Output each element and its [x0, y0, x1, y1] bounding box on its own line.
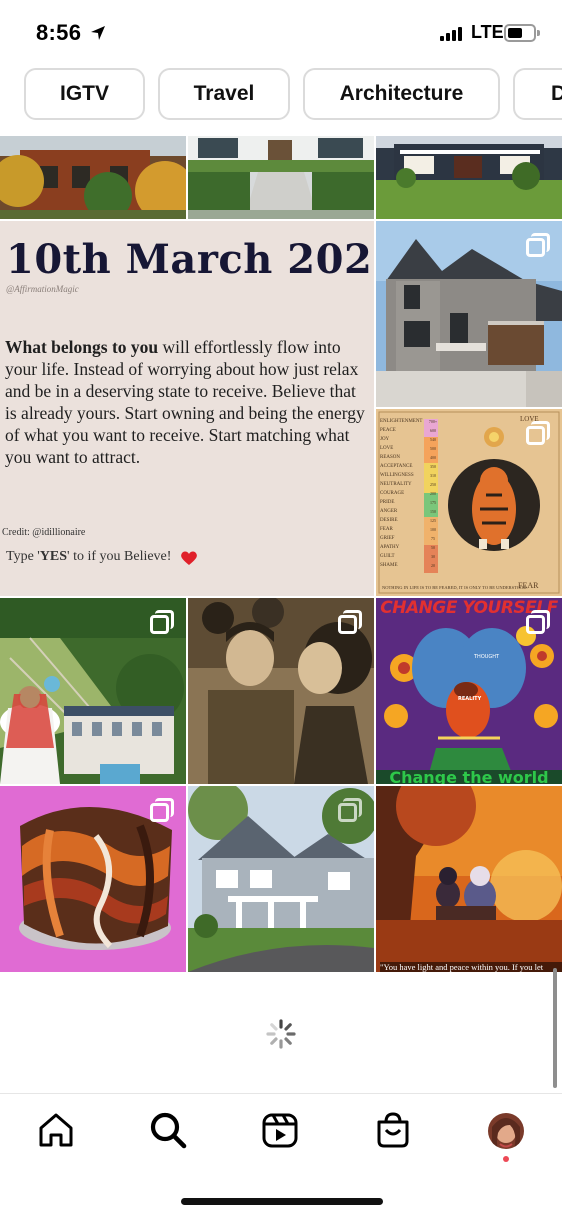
chart-level-label: SHAME — [380, 563, 398, 568]
chip-architecture[interactable]: Architecture — [303, 68, 500, 120]
chart-level-label: PEACE — [380, 428, 396, 433]
chart-level-label: FEAR — [380, 527, 393, 532]
search-icon[interactable] — [148, 1110, 188, 1150]
chart-level-value: 540 — [430, 437, 436, 442]
chart-level-value: 200 — [430, 491, 436, 496]
grid-post-colonial-home[interactable] — [376, 136, 562, 219]
chart-level-value: 500 — [430, 446, 436, 451]
reels-icon[interactable] — [260, 1110, 300, 1150]
multiple-posts-icon — [338, 798, 362, 822]
signal-icon — [440, 27, 464, 41]
chart-caption: NOTHING IN LIFE IS TO BE FEARED, IT IS O… — [382, 585, 528, 590]
chart-level-value: 250 — [430, 482, 436, 487]
chip-igtv[interactable]: IGTV — [24, 68, 145, 120]
chart-level-label: LOVE — [380, 446, 394, 451]
chart-level-label: REASON — [380, 455, 401, 460]
quote-body: What belongs to you will effortlessly fl… — [5, 336, 365, 468]
grid-post-vintage-couple[interactable] — [188, 598, 374, 784]
multiple-posts-icon — [150, 610, 174, 634]
grid-post-palace-aerial[interactable] — [0, 598, 186, 784]
chart-level-value: 125 — [430, 518, 436, 523]
chart-level-value: 75 — [431, 536, 435, 541]
chip-partial[interactable]: D — [513, 68, 562, 120]
chart-level-label: NEUTRALITY — [380, 482, 412, 487]
chart-level-value: 700+ — [428, 419, 438, 424]
quote-handle: @AffirmationMagic — [6, 284, 79, 294]
chart-level-label: COURAGE — [380, 491, 405, 496]
chart-level-value: 20 — [431, 563, 435, 568]
post-image — [188, 136, 374, 219]
location-arrow-icon — [91, 26, 105, 40]
chart-level-label: GRIEF — [380, 536, 395, 541]
multiple-posts-icon — [526, 610, 550, 634]
network-label: LTE — [471, 22, 504, 42]
post-image — [376, 136, 562, 219]
poster-mid-text: REALITY — [458, 696, 482, 702]
quote-cta: Type 'YES' to if you Believe! — [6, 549, 172, 564]
chart-level-label: PRIDE — [380, 500, 395, 505]
quote-body-bold: What belongs to you — [5, 337, 159, 357]
chart-level-label: DESIRE — [380, 518, 398, 523]
topic-chips: IGTV Travel Architecture D — [0, 68, 562, 120]
chart-level-value: 350 — [430, 464, 436, 469]
chart-level-label: WILLINGNESS — [380, 473, 414, 478]
chart-level-list: ENLIGHTENMENT PEACE JOY LOVE REASON ACCEPTANC… — [380, 417, 424, 570]
chart-level-label: GUILT — [380, 554, 395, 559]
scroll-indicator[interactable] — [553, 968, 557, 1088]
post-image — [376, 786, 562, 972]
chart-level-value: 310 — [430, 473, 436, 478]
grid-post-white-house-steps[interactable] — [188, 136, 374, 219]
status-bar: 8:56 LTE — [0, 0, 562, 62]
chart-level-value: 50 — [431, 545, 435, 550]
grid-post-grey-craftsman-house[interactable] — [188, 786, 374, 972]
grid-post-victorian-house[interactable] — [0, 136, 186, 219]
multiple-posts-icon — [150, 798, 174, 822]
chart-level-value: 175 — [430, 500, 436, 505]
chip-travel[interactable]: Travel — [158, 68, 290, 120]
poster-bottom-text: Change the world — [389, 768, 549, 784]
loading-spinner-icon — [266, 1019, 296, 1049]
chart-level-value: 600 — [430, 428, 436, 433]
chart-level-label: ENLIGHTENMENT — [380, 419, 423, 424]
chart-level-label: ANGER — [380, 509, 398, 514]
chart-level-label: ACCEPTANCE — [380, 464, 413, 469]
battery-icon — [504, 24, 540, 42]
quote-title: 10th March 2021 — [6, 236, 401, 283]
chart-level-label: APATHY — [380, 545, 400, 550]
notification-dot — [503, 1156, 509, 1162]
profile-avatar[interactable] — [488, 1113, 524, 1149]
chart-level-value: 30 — [431, 554, 435, 559]
heart-icon — [181, 551, 197, 565]
poster-thought-text: THOUGHT — [474, 654, 500, 660]
grid-post-modern-stone-house[interactable] — [376, 221, 562, 407]
multiple-posts-icon — [526, 233, 550, 257]
status-time: 8:56 — [36, 20, 82, 45]
shop-icon[interactable] — [373, 1110, 413, 1150]
chart-level-label: JOY — [380, 437, 390, 442]
multiple-posts-icon — [338, 610, 362, 634]
grid-post-sunset-painting[interactable]: "You have light and peace within you. If… — [376, 786, 562, 972]
painting-caption: "You have light and peace within you. If… — [380, 962, 562, 972]
home-icon[interactable] — [36, 1110, 76, 1150]
grid-post-shag-cake[interactable] — [0, 786, 186, 972]
chart-level-value: 100 — [430, 527, 436, 532]
home-indicator — [181, 1198, 383, 1205]
grid-post-consciousness-chart[interactable]: ENLIGHTENMENT PEACE JOY LOVE REASON ACCEPTANC… — [376, 409, 562, 596]
grid-post-change-yourself-poster[interactable]: CHANGE YOURSELF THOUGHT REALITY Change t… — [376, 598, 562, 784]
multiple-posts-icon — [526, 421, 550, 445]
chart-level-value: 400 — [430, 455, 436, 460]
post-image — [0, 136, 186, 219]
chart-level-value: 150 — [430, 509, 436, 514]
quote-credit: Credit: @idillionaire — [2, 527, 86, 538]
